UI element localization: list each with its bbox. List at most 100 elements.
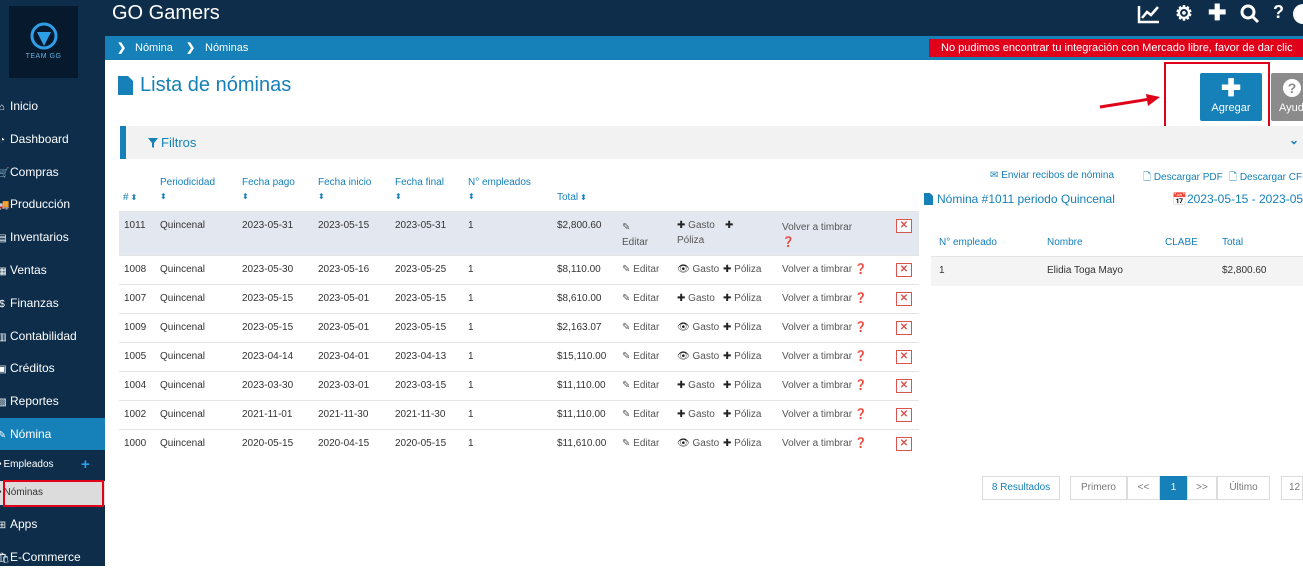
edit-button[interactable]: ✎ Editar	[622, 380, 659, 391]
breadcrumb-item-nominas[interactable]: Nóminas	[205, 36, 248, 60]
pager-first[interactable]: Primero	[1070, 476, 1127, 500]
edit-button[interactable]: ✎ Editar	[622, 264, 659, 275]
help-button[interactable]: ? Ayuda	[1271, 73, 1303, 121]
delete-icon[interactable]: ✕	[896, 437, 912, 451]
expense-button[interactable]: 👁 Gasto	[677, 351, 719, 362]
delete-icon[interactable]: ✕	[896, 292, 912, 306]
delete-icon[interactable]: ✕	[896, 219, 912, 233]
column-header-1[interactable]: # ⬍	[123, 191, 137, 205]
edit-label: Editar	[633, 438, 660, 449]
table-row[interactable]: 1005 Quincenal 2023-04-14 2023-04-01 2023-04…	[119, 342, 919, 372]
policy-button[interactable]: Póliza ✚	[677, 220, 733, 246]
sidebar-item-10[interactable]: ▧ Reportes	[0, 385, 105, 417]
sidebar-item-4[interactable]: 🚚Producción	[0, 188, 105, 220]
column-header-2[interactable]: Periodicidad ⬍	[160, 176, 215, 204]
policy-button[interactable]: ✚ Póliza	[723, 409, 761, 420]
detail-row[interactable]: 1 Elidia Toga Mayo $2,800.60	[931, 256, 1303, 286]
filters-panel[interactable]: Filtros ⌄	[120, 126, 1303, 159]
search-icon[interactable]	[1240, 4, 1260, 24]
sidebar-item-7[interactable]: $ Finanzas	[0, 287, 105, 319]
expense-button[interactable]: ✚ Gasto	[677, 220, 715, 231]
restamp-button[interactable]: Volver a timbrar ❓	[782, 380, 867, 391]
delete-icon[interactable]: ✕	[896, 263, 912, 277]
column-header-4[interactable]: Fecha inicio ⬍	[318, 176, 371, 204]
policy-button[interactable]: ✚ Póliza	[723, 380, 761, 391]
restamp-button[interactable]: Volver a timbrar ❓	[782, 351, 867, 362]
edit-button[interactable]: ✎ Editar	[622, 220, 648, 250]
download-pdf-link[interactable]: 🗋 Descargar PDF	[1143, 170, 1223, 187]
expense-button[interactable]: ✚ Gasto	[677, 380, 715, 391]
send-receipts-link[interactable]: ✉ Enviar recibos de nómina	[990, 170, 1114, 181]
pager-prev[interactable]: <<	[1127, 476, 1160, 500]
table-row[interactable]: 1011 Quincenal 2023-05-31 2023-05-15 2023-05…	[119, 211, 919, 256]
table-row[interactable]: 1002 Quincenal 2021-11-01 2021-11-30 2021-11…	[119, 400, 919, 430]
policy-button[interactable]: ✚ Póliza	[723, 322, 761, 333]
chart-line-icon[interactable]	[1137, 4, 1161, 24]
chevron-down-icon[interactable]: ⌄	[1289, 133, 1299, 147]
sidebar-subitem-empleados[interactable]: •Empleados +	[0, 453, 105, 477]
policy-label: Póliza	[734, 380, 762, 391]
cell-id: 1009	[124, 322, 147, 333]
column-header-7[interactable]: Total ⬍	[557, 191, 587, 205]
restamp-button[interactable]: Volver a timbrar ❓	[782, 220, 852, 250]
column-header-5[interactable]: Fecha final ⬍	[395, 176, 444, 204]
edit-label: Editar	[633, 351, 660, 362]
breadcrumb-item-nomina[interactable]: Nómina	[135, 36, 173, 60]
restamp-button[interactable]: Volver a timbrar ❓	[782, 322, 867, 333]
delete-icon[interactable]: ✕	[896, 379, 912, 393]
expense-button[interactable]: ✚ Gasto	[677, 293, 715, 304]
sidebar-item-5[interactable]: ▤ Inventarios	[0, 221, 105, 253]
edit-button[interactable]: ✎ Editar	[622, 409, 659, 420]
page-size-select[interactable]: 12	[1281, 476, 1303, 500]
table-row[interactable]: 1009 Quincenal 2023-05-15 2023-05-01 2023-05…	[119, 313, 919, 343]
policy-button[interactable]: ✚ Póliza	[723, 264, 761, 275]
edit-button[interactable]: ✎ Editar	[622, 351, 659, 362]
sidebar-item-1[interactable]: ⌂ Inicio	[0, 90, 105, 122]
expense-button[interactable]: 👁 Gasto	[677, 264, 719, 275]
table-row[interactable]: 1000 Quincenal 2020-05-15 2020-04-15 2020-05…	[119, 429, 919, 459]
edit-label: Editar	[633, 409, 660, 420]
question-icon[interactable]: ?	[1273, 2, 1284, 23]
column-header-6[interactable]: N° empleados ⬍	[468, 176, 531, 204]
column-header-3[interactable]: Fecha pago ⬍	[242, 176, 295, 204]
table-row[interactable]: 1007 Quincenal 2023-05-15 2023-05-01 2023-05…	[119, 284, 919, 314]
restamp-button[interactable]: Volver a timbrar ❓	[782, 264, 867, 275]
download-cfdi-link[interactable]: 🗋 Descargar CFDI	[1229, 170, 1303, 187]
mercadolibre-alert[interactable]: No pudimos encontrar tu integración con …	[929, 39, 1303, 57]
plus-icon[interactable]: ✚	[1208, 0, 1226, 26]
policy-button[interactable]: ✚ Póliza	[723, 438, 761, 449]
expense-button[interactable]: 👁 Gasto	[677, 322, 719, 333]
policy-button[interactable]: ✚ Póliza	[723, 351, 761, 362]
sidebar-item-12[interactable]: ⊞ Apps	[0, 508, 105, 540]
restamp-button[interactable]: Volver a timbrar ❓	[782, 438, 867, 449]
table-row[interactable]: 1008 Quincenal 2023-05-30 2023-05-16 2023-05…	[119, 255, 919, 285]
policy-button[interactable]: ✚ Póliza	[723, 293, 761, 304]
expense-button[interactable]: ✚ Gasto	[677, 409, 715, 420]
delete-icon[interactable]: ✕	[896, 321, 912, 335]
sidebar-item-3[interactable]: 🛒Compras	[0, 156, 105, 188]
edit-button[interactable]: ✎ Editar	[622, 438, 659, 449]
sidebar-item-9[interactable]: ▣ Créditos	[0, 352, 105, 384]
delete-icon[interactable]: ✕	[896, 350, 912, 364]
restamp-button[interactable]: Volver a timbrar ❓	[782, 293, 867, 304]
eye-icon: 👁	[677, 438, 690, 449]
sidebar-item-6[interactable]: ▦ Ventas	[0, 254, 105, 286]
pager-next[interactable]: >>	[1187, 476, 1217, 500]
sidebar-item-11[interactable]: ✎ Nómina	[0, 418, 105, 450]
user-avatar[interactable]	[1293, 4, 1303, 24]
delete-icon[interactable]: ✕	[896, 408, 912, 422]
team-gg-logo[interactable]: TEAM GG	[9, 6, 78, 78]
results-count: 8 Resultados	[982, 476, 1060, 500]
pager-current[interactable]: 1	[1160, 476, 1187, 500]
edit-button[interactable]: ✎ Editar	[622, 322, 659, 333]
expense-button[interactable]: 👁 Gasto	[677, 438, 719, 449]
pager-last[interactable]: Último	[1217, 476, 1270, 500]
edit-button[interactable]: ✎ Editar	[622, 293, 659, 304]
table-row[interactable]: 1004 Quincenal 2023-03-30 2023-03-01 2023-03…	[119, 371, 919, 401]
gear-icon[interactable]: ⚙	[1175, 1, 1193, 26]
sidebar-item-8[interactable]: ▥ Contabilidad	[0, 320, 105, 352]
restamp-button[interactable]: Volver a timbrar ❓	[782, 409, 867, 420]
add-employee-icon[interactable]: +	[81, 453, 90, 477]
sidebar-item-2[interactable]: ◔ Dashboard	[0, 123, 105, 155]
sidebar-item-13[interactable]: 🛍E-Commerce	[0, 541, 105, 573]
